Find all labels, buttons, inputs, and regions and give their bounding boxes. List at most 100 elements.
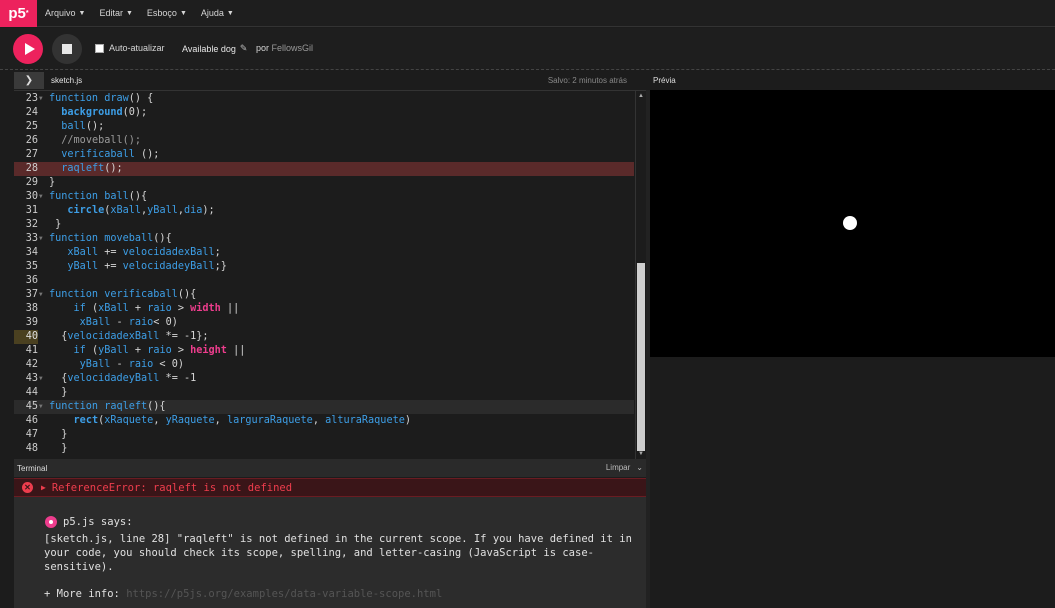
code-line[interactable]: 42 yBall - raio < 0) — [14, 358, 634, 372]
expand-sidebar-button[interactable]: ❯ — [14, 72, 44, 89]
preview-label: Prévia — [653, 76, 676, 85]
line-number: 43 — [25, 373, 38, 384]
code-line-error[interactable]: 28 raqleft(); — [14, 162, 634, 176]
toolbar: Auto-atualizar Available dog ✎ por Fello… — [0, 28, 1055, 70]
editor-scrollbar[interactable]: ▲ ▼ — [635, 91, 646, 459]
caret-down-icon: ▼ — [78, 9, 86, 17]
code-line[interactable]: 47 } — [14, 428, 634, 442]
code-line[interactable]: 39 xBall - raio< 0) — [14, 316, 634, 330]
code-line[interactable]: 43 ▼ {velocidadeyBall *= -1 — [14, 372, 634, 386]
code-line[interactable]: 25 ball(); — [14, 120, 634, 134]
code-line[interactable]: 31 circle(xBall,yBall,dia); — [14, 204, 634, 218]
line-number: 28 — [25, 163, 38, 174]
code-line[interactable]: 44 } — [14, 386, 634, 400]
line-number: 45 — [25, 401, 38, 412]
line-number: 35 — [25, 261, 38, 272]
p5-says-label: p5.js says: — [63, 516, 133, 528]
fold-icon[interactable]: ▼ — [39, 372, 43, 386]
chevron-down-icon[interactable]: ⌄ — [636, 463, 643, 472]
menu-editar[interactable]: Editar ▼ — [99, 8, 132, 18]
stop-button[interactable] — [52, 34, 82, 64]
line-number: 24 — [25, 107, 38, 118]
auto-refresh[interactable]: Auto-atualizar — [95, 43, 165, 53]
code-line[interactable]: 35 yBall += velocidadeyBall;} — [14, 260, 634, 274]
code-editor[interactable]: 23 ▼ function draw() { 24 background(0); 2… — [14, 90, 646, 459]
sketch-name-label: Available dog — [182, 43, 236, 54]
author-name[interactable]: FellowsGil — [272, 43, 314, 53]
code-line-warning[interactable]: 40 {velocidadexBall *= -1}; — [14, 330, 634, 344]
expand-arrow-icon[interactable]: ▶ — [41, 483, 46, 492]
console-body: ✕ ▶ ReferenceError: raqleft is not defin… — [14, 478, 646, 608]
p5-says: p5.js says: — [45, 516, 133, 528]
more-info-label: + More info: — [44, 588, 120, 600]
scroll-down-icon[interactable]: ▼ — [638, 451, 644, 457]
more-info-link[interactable]: https://p5js.org/examples/data-variable-… — [126, 588, 442, 600]
file-tab[interactable]: sketch.js — [51, 76, 82, 85]
code-line[interactable]: 48 } — [14, 442, 634, 456]
p5-logo[interactable]: p5 * — [0, 0, 37, 27]
sketch-preview-canvas[interactable] — [650, 90, 1055, 357]
p5-flower-icon — [45, 516, 57, 528]
code-line[interactable]: 38 if (xBall + raio > width || — [14, 302, 634, 316]
line-number: 32 — [25, 219, 38, 230]
error-icon: ✕ — [22, 482, 33, 493]
line-number: 25 — [25, 121, 38, 132]
code-line[interactable]: 46 rect(xRaquete, yRaquete, larguraRaque… — [14, 414, 634, 428]
line-number: 48 — [25, 443, 38, 454]
fold-icon[interactable]: ▼ — [39, 400, 43, 414]
code-line[interactable]: 32 } — [14, 218, 634, 232]
code-line[interactable]: 24 background(0); — [14, 106, 634, 120]
fold-icon[interactable]: ▼ — [39, 190, 43, 204]
console-error-row[interactable]: ✕ ▶ ReferenceError: raqleft is not defin… — [14, 478, 646, 497]
menu-arquivo[interactable]: Arquivo ▼ — [45, 8, 85, 18]
line-number: 30 — [25, 191, 38, 202]
menu-ajuda-label: Ajuda — [200, 8, 224, 18]
file-bar: ❯ sketch.js Salvo: 2 minutos atrás — [14, 72, 646, 89]
code-line[interactable]: 41 if (yBall + raio > height || — [14, 344, 634, 358]
play-button[interactable] — [13, 34, 43, 64]
code-line[interactable]: 37 ▼ function verificaball(){ — [14, 288, 634, 302]
pencil-icon[interactable]: ✎ — [240, 43, 248, 54]
line-number: 23 — [25, 93, 38, 104]
fold-icon[interactable]: ▼ — [39, 232, 43, 246]
auto-refresh-checkbox[interactable] — [95, 43, 104, 53]
code-line[interactable]: 34 xBall += velocidadexBall; — [14, 246, 634, 260]
line-number: 29 — [25, 177, 38, 188]
fold-icon[interactable]: ▼ — [39, 288, 43, 302]
play-icon — [24, 43, 35, 55]
code-line[interactable]: 30 ▼ function ball(){ — [14, 190, 634, 204]
console-header: Terminal Limpar ⌄ — [14, 459, 646, 477]
line-number: 36 — [25, 275, 38, 286]
logo-star: * — [25, 9, 29, 17]
console-controls: Limpar ⌄ — [606, 463, 643, 472]
menu-esboco-label: Esboço — [146, 8, 177, 18]
auto-refresh-label: Auto-atualizar — [109, 43, 165, 53]
clear-console-button[interactable]: Limpar — [606, 463, 630, 472]
sketch-name[interactable]: Available dog ✎ — [182, 43, 247, 54]
line-number: 42 — [25, 359, 38, 370]
code-line[interactable]: 33 ▼ function moveball(){ — [14, 232, 634, 246]
code-line[interactable]: 26 //moveball(); — [14, 134, 634, 148]
code-line[interactable]: 29} — [14, 176, 634, 190]
code-line-active[interactable]: 45 ▼ function raqleft(){ — [14, 400, 634, 414]
line-number: 44 — [25, 387, 38, 398]
line-number: 33 — [25, 233, 38, 244]
menu-ajuda[interactable]: Ajuda ▼ — [201, 8, 234, 18]
line-number: 39 — [25, 317, 38, 328]
top-nav: p5 * Arquivo ▼ Editar ▼ Esboço ▼ Ajuda ▼ — [0, 0, 1055, 27]
line-number: 47 — [25, 429, 38, 440]
scroll-up-icon[interactable]: ▲ — [638, 93, 644, 99]
chevron-right-icon: ❯ — [24, 75, 34, 86]
code-line[interactable]: 36 — [14, 274, 634, 288]
fold-icon[interactable]: ▼ — [39, 92, 43, 106]
code-line[interactable]: 23 ▼ function draw() { — [14, 92, 634, 106]
menu-esboco[interactable]: Esboço ▼ — [147, 8, 187, 18]
scroll-thumb[interactable] — [637, 263, 645, 451]
code-line[interactable]: 27 verificaball (); — [14, 148, 634, 162]
console-title: Terminal — [17, 463, 48, 473]
friendly-error-message: [sketch.js, line 28] "raqleft" is not de… — [44, 533, 632, 573]
caret-down-icon: ▼ — [226, 9, 234, 17]
stop-icon — [62, 44, 72, 54]
line-number: 41 — [25, 345, 38, 356]
caret-down-icon: ▼ — [125, 9, 133, 17]
